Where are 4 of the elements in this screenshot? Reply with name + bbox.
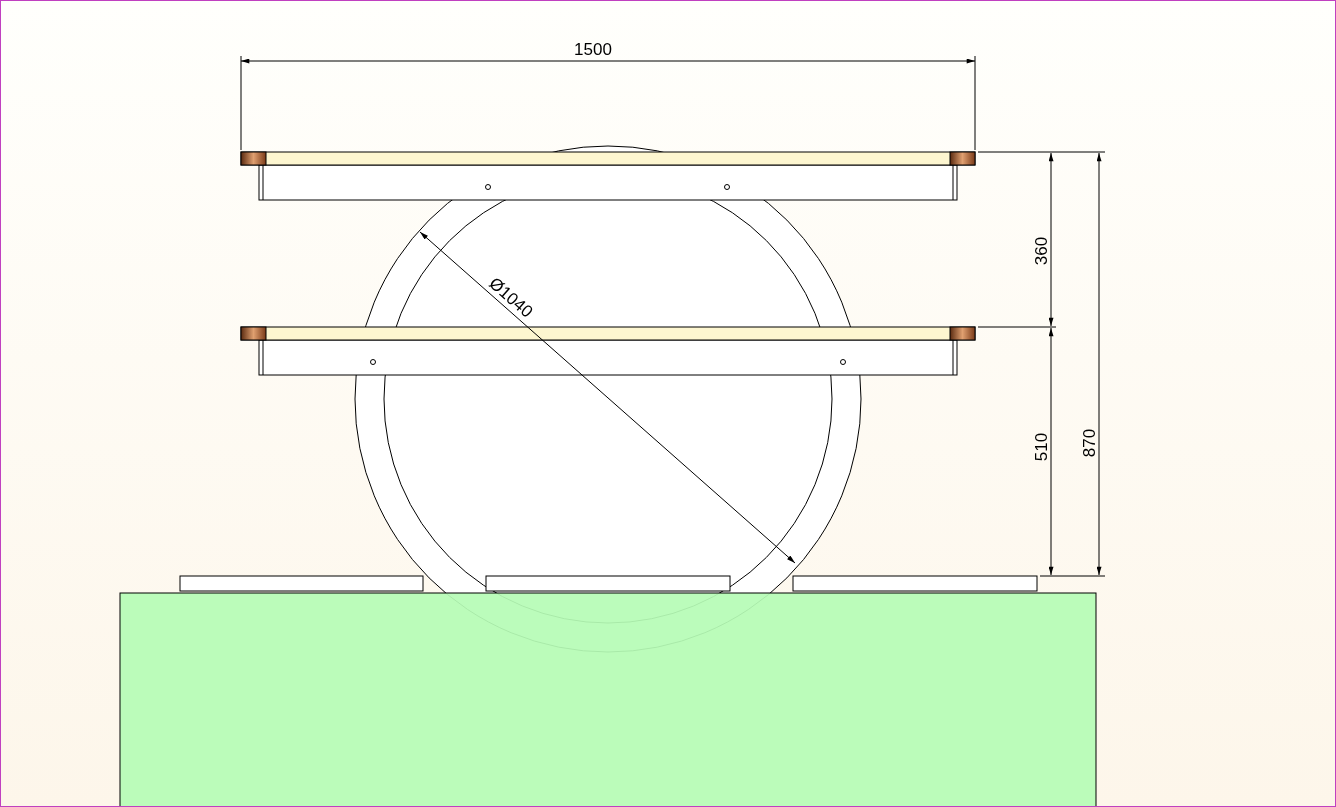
dimension-label: 1500 [574,40,612,59]
dimension-label: 870 [1080,428,1099,458]
dimension-label: 360 [1032,236,1051,266]
dimension-label: 510 [1032,432,1051,462]
